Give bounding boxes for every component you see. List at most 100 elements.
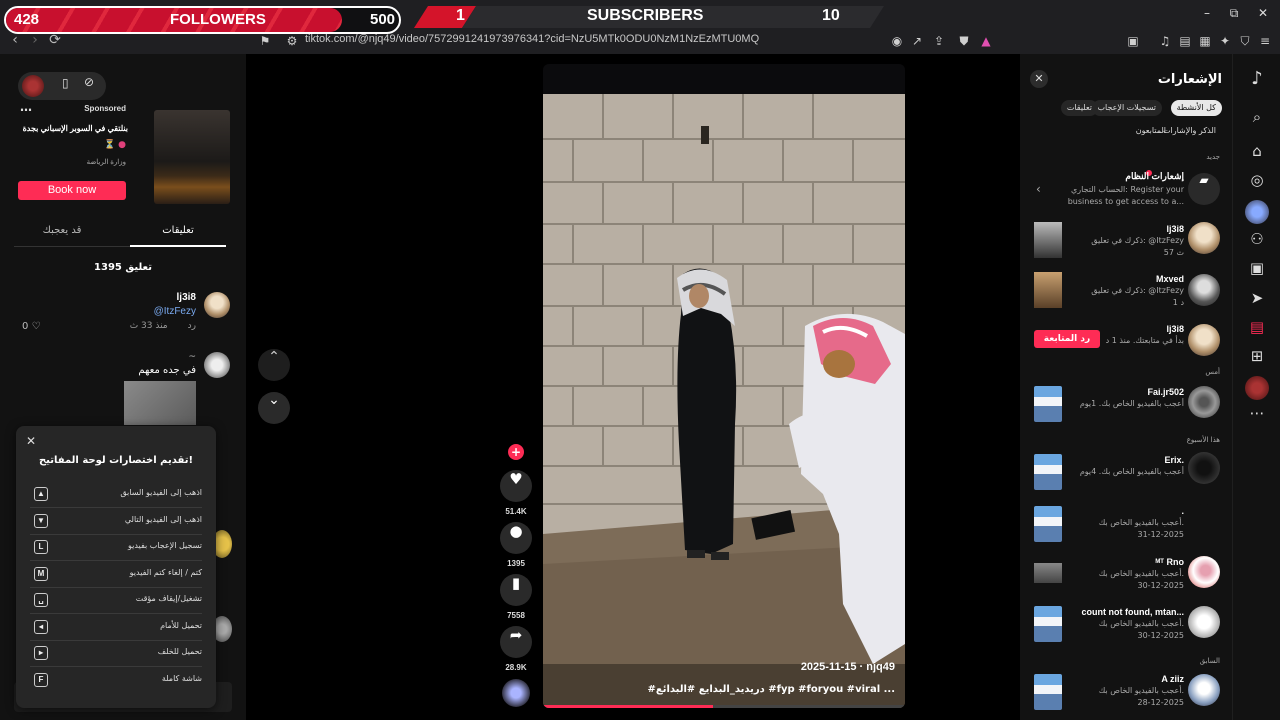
rewards-icon[interactable]: ▲: [977, 32, 995, 50]
comment-author[interactable]: lj3i8: [177, 292, 196, 303]
comment-image[interactable]: [124, 381, 196, 425]
follow-plus-button[interactable]: +: [508, 444, 524, 460]
notification-thumbnail[interactable]: [1034, 272, 1062, 308]
notification-user[interactable]: Fai.jr502: [1147, 387, 1184, 397]
notification-user[interactable]: A ziiz: [1161, 674, 1184, 684]
book-now-button[interactable]: Book now: [18, 181, 126, 200]
restore-icon[interactable]: ⧉: [1219, 4, 1249, 22]
notification-avatar[interactable]: [1188, 222, 1220, 254]
follow-back-button[interactable]: رد المتابعة: [1034, 330, 1100, 348]
search-icon[interactable]: ⌕: [1245, 108, 1269, 132]
notification-thumbnail[interactable]: [1034, 563, 1062, 583]
following-icon[interactable]: ⚇: [1245, 230, 1269, 254]
sponsored-ad[interactable]: … Sponsored بنلتقي في السوبر الإسباني بج…: [14, 100, 232, 208]
notification-user[interactable]: Erix.: [1164, 455, 1184, 465]
more-options-icon[interactable]: …: [20, 100, 32, 114]
close-icon[interactable]: ✕: [26, 434, 40, 448]
notification-avatar[interactable]: [1188, 386, 1220, 418]
forward-icon[interactable]: ›: [25, 30, 45, 50]
heart-icon[interactable]: ♡: [32, 321, 41, 332]
notification-thumbnail[interactable]: [1034, 386, 1062, 422]
save-button[interactable]: ▮: [500, 574, 532, 606]
previous-video-button[interactable]: ⌃: [258, 349, 290, 381]
notification-user[interactable]: Mxved: [1156, 274, 1184, 284]
address-bar[interactable]: tiktok.com/@njq49/video/7572991241973976…: [305, 33, 759, 45]
menu-icon[interactable]: ≡: [1256, 32, 1274, 50]
notification-avatar[interactable]: [1188, 274, 1220, 306]
comment-like[interactable]: 0 ♡: [22, 321, 41, 332]
tab-you-may-like[interactable]: قد يعجبك: [14, 225, 110, 236]
close-icon[interactable]: ✕: [1248, 4, 1278, 22]
minimize-icon[interactable]: –: [1192, 4, 1222, 22]
comment-text[interactable]: @ItzFezy: [154, 306, 196, 317]
wallet-icon[interactable]: ▦: [1196, 32, 1214, 50]
reload-icon[interactable]: ⟳: [45, 30, 65, 50]
chip-followers[interactable]: المتابعون: [1130, 123, 1172, 139]
compass-icon[interactable]: ⊘: [84, 75, 94, 89]
notification-thumbnail[interactable]: [1034, 222, 1062, 258]
notification-avatar[interactable]: [1188, 504, 1220, 536]
notification-thumbnail[interactable]: [1034, 606, 1062, 642]
tiktok-logo-icon[interactable]: ♪: [1245, 68, 1269, 92]
back-icon[interactable]: ‹: [5, 30, 25, 50]
video-caption[interactable]: #دريديد_البدايع #البدائع #fyp #foryou #v…: [647, 684, 895, 695]
upload-icon[interactable]: ⊞: [1245, 347, 1269, 371]
notification-avatar[interactable]: [1188, 556, 1220, 588]
live-tv-icon[interactable]: ▣: [1245, 259, 1269, 283]
like-button[interactable]: ♥: [500, 470, 532, 502]
system-notifications-title[interactable]: إشعارات النظام: [1125, 171, 1184, 182]
comment-author[interactable]: ~: [188, 352, 196, 362]
reply-link[interactable]: رد: [188, 321, 196, 331]
inbox-icon[interactable]: ➤: [1245, 289, 1269, 313]
home-icon[interactable]: ⌂: [1245, 142, 1269, 166]
video-progress-bar[interactable]: [543, 705, 905, 708]
notification-thumbnail[interactable]: [1034, 674, 1062, 710]
audio-icon[interactable]: ◉: [888, 32, 906, 50]
messages-icon[interactable]: ▤: [1245, 318, 1269, 342]
notification-user[interactable]: count not found, mtan...: [1082, 607, 1184, 617]
share-icon[interactable]: ⇪: [930, 32, 948, 50]
chip-likes[interactable]: تسجيلات الإعجاب: [1091, 100, 1162, 116]
briefcase-icon[interactable]: ▰: [1188, 173, 1220, 205]
more-icon[interactable]: ⋯: [1245, 404, 1269, 428]
shield-icon[interactable]: ⛊: [955, 32, 973, 50]
video-author[interactable]: 2025-11-15 · njq49: [801, 661, 895, 673]
comment-avatar[interactable]: [204, 352, 230, 378]
video-author-name[interactable]: njq49: [866, 661, 895, 673]
notification-thumbnail[interactable]: [1034, 506, 1062, 542]
site-info-icon[interactable]: ⚙: [283, 32, 301, 50]
open-external-icon[interactable]: ↗: [908, 32, 926, 50]
profile-avatar[interactable]: [22, 75, 44, 97]
tab-comments[interactable]: تعليقات: [130, 225, 226, 236]
live-avatar-icon[interactable]: [1245, 200, 1269, 224]
explore-icon[interactable]: ◎: [1245, 171, 1269, 195]
profile-icon[interactable]: [1245, 376, 1269, 400]
notification-user[interactable]: .: [1181, 506, 1184, 516]
notification-user[interactable]: lj3i8: [1166, 324, 1184, 334]
music-icon[interactable]: ♫: [1156, 32, 1174, 50]
sidebar-icon[interactable]: ▤: [1176, 32, 1194, 50]
account-pill[interactable]: ▯ ⊘: [18, 72, 106, 100]
notification-user[interactable]: ᴹᵀ Rno: [1155, 557, 1184, 567]
bookmark-icon[interactable]: ⚑: [256, 32, 274, 50]
video-player[interactable]: 2025-11-15 · njq49 #دريديد_البدايع #البد…: [543, 64, 905, 708]
share-button[interactable]: ➦: [500, 626, 532, 658]
chip-comments[interactable]: تعليقات: [1060, 100, 1098, 116]
vpn-icon[interactable]: ⛉: [1236, 32, 1254, 50]
comment-avatar[interactable]: [204, 292, 230, 318]
phone-icon[interactable]: ▯: [62, 76, 69, 90]
screenshot-icon[interactable]: ▣: [1124, 32, 1142, 50]
notification-avatar[interactable]: [1188, 674, 1220, 706]
notification-avatar[interactable]: [1188, 324, 1220, 356]
notification-thumbnail[interactable]: [1034, 454, 1062, 490]
ai-icon[interactable]: ✦: [1216, 32, 1234, 50]
music-disc-icon[interactable]: [502, 679, 530, 707]
chip-all-activity[interactable]: كل الأنشطة: [1170, 100, 1222, 116]
chevron-left-icon[interactable]: ‹: [1036, 182, 1041, 196]
notification-avatar[interactable]: [1188, 452, 1220, 484]
close-icon[interactable]: ✕: [1030, 70, 1048, 88]
next-video-button[interactable]: ⌄: [258, 392, 290, 424]
comment-button[interactable]: ●: [500, 522, 532, 554]
notification-user[interactable]: lj3i8: [1166, 224, 1184, 234]
notification-avatar[interactable]: [1188, 606, 1220, 638]
